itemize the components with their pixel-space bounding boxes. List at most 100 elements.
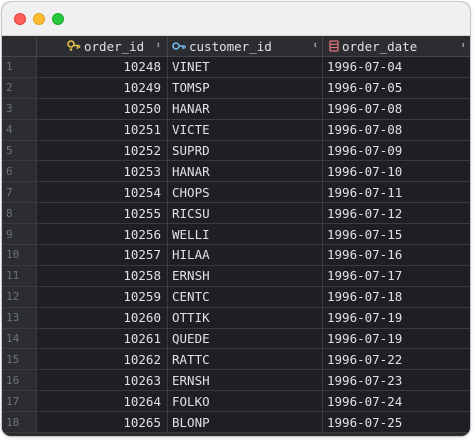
order-id-cell[interactable]: 10256 xyxy=(37,224,168,245)
close-button[interactable] xyxy=(14,13,26,25)
table-row[interactable]: 11 10258 ERNSH 1996-07-17 xyxy=(2,265,470,287)
column-header-order-id[interactable]: order_id ⬍ xyxy=(37,36,168,56)
order-date-cell[interactable]: 1996-07-22 xyxy=(323,349,470,369)
row-number-cell[interactable]: 12 xyxy=(2,286,37,307)
order-date-cell[interactable]: 1996-07-08 xyxy=(323,99,470,119)
customer-id-cell[interactable]: TOMSP xyxy=(168,77,323,98)
sort-icon[interactable]: ⬍ xyxy=(461,41,466,51)
sort-icon[interactable]: ⬍ xyxy=(156,41,161,51)
customer-id-cell[interactable]: RATTC xyxy=(168,349,323,370)
customer-id-cell[interactable]: ERNSH xyxy=(168,370,323,391)
row-number-cell[interactable]: 8 xyxy=(2,203,37,224)
customer-id-cell[interactable]: HANAR xyxy=(168,161,323,182)
order-date-cell[interactable]: 1996-07-11 xyxy=(323,182,470,202)
customer-id-cell[interactable]: ERNSH xyxy=(168,265,323,286)
customer-id-cell[interactable]: FOLKO xyxy=(168,391,323,412)
order-id-cell[interactable]: 10251 xyxy=(37,119,168,140)
order-date-cell[interactable]: 1996-07-04 xyxy=(323,57,470,77)
table-row[interactable]: 5 10252 SUPRD 1996-07-09 xyxy=(2,140,470,162)
order-id-cell[interactable]: 10259 xyxy=(37,286,168,307)
order-id-cell[interactable]: 10263 xyxy=(37,370,168,391)
order-id-cell[interactable]: 10254 xyxy=(37,182,168,203)
order-date-cell[interactable]: 1996-07-19 xyxy=(323,329,470,349)
order-date-cell[interactable]: 1996-07-25 xyxy=(323,412,470,432)
table-row[interactable]: 6 10253 HANAR 1996-07-10 xyxy=(2,161,470,183)
customer-id-cell[interactable]: SUPRD xyxy=(168,140,323,161)
row-number-cell[interactable]: 4 xyxy=(2,119,37,140)
table-row[interactable]: 16 10263 ERNSH 1996-07-23 xyxy=(2,370,470,392)
row-number-cell[interactable]: 14 xyxy=(2,328,37,349)
table-row[interactable]: 2 10249 TOMSP 1996-07-05 xyxy=(2,77,470,99)
order-date-cell[interactable]: 1996-07-19 xyxy=(323,308,470,328)
customer-id-cell[interactable]: HILAA xyxy=(168,245,323,265)
row-number-cell[interactable]: 6 xyxy=(2,161,37,182)
order-date-cell[interactable]: 1996-07-08 xyxy=(323,120,470,140)
order-id-cell[interactable]: 10255 xyxy=(37,203,168,224)
order-id-cell[interactable]: 10261 xyxy=(37,328,168,349)
order-id-cell[interactable]: 10265 xyxy=(37,412,168,433)
row-number-cell[interactable]: 15 xyxy=(2,349,37,370)
row-number-cell[interactable]: 9 xyxy=(2,224,37,245)
order-date-cell[interactable]: 1996-07-09 xyxy=(323,141,470,161)
row-number-cell[interactable]: 17 xyxy=(2,391,37,412)
order-date-cell[interactable]: 1996-07-17 xyxy=(323,266,470,286)
customer-id-cell[interactable]: HANAR xyxy=(168,98,323,119)
customer-id-cell[interactable]: QUEDE xyxy=(168,328,323,349)
order-date-cell[interactable]: 1996-07-18 xyxy=(323,287,470,307)
table-row[interactable]: 15 10262 RATTC 1996-07-22 xyxy=(2,349,470,371)
column-header-order-date[interactable]: order_date ⬍ xyxy=(323,36,470,56)
row-number-cell[interactable]: 10 xyxy=(2,245,37,265)
order-id-cell[interactable]: 10258 xyxy=(37,265,168,286)
order-id-cell[interactable]: 10260 xyxy=(37,307,168,328)
row-number-cell[interactable]: 3 xyxy=(2,98,37,119)
order-id-cell[interactable]: 10250 xyxy=(37,98,168,119)
row-number-header[interactable] xyxy=(2,36,37,56)
order-date-cell[interactable]: 1996-07-24 xyxy=(323,391,470,411)
order-date-cell[interactable]: 1996-07-15 xyxy=(323,224,470,244)
customer-id-cell[interactable]: WELLI xyxy=(168,224,323,245)
table-row[interactable]: 18 10265 BLONP 1996-07-25 xyxy=(2,412,470,434)
customer-id-cell[interactable]: VICTE xyxy=(168,119,323,140)
customer-id-cell[interactable]: OTTIK xyxy=(168,307,323,328)
row-number-cell[interactable]: 16 xyxy=(2,370,37,391)
order-id-cell[interactable]: 10257 xyxy=(37,245,168,265)
row-number-cell[interactable]: 2 xyxy=(2,77,37,98)
row-number-cell[interactable]: 5 xyxy=(2,140,37,161)
row-number-cell[interactable]: 1 xyxy=(2,57,37,77)
order-date-cell[interactable]: 1996-07-10 xyxy=(323,161,470,181)
zoom-button[interactable] xyxy=(52,13,64,25)
order-date-cell[interactable]: 1996-07-12 xyxy=(323,203,470,223)
table-row[interactable]: 1 10248 VINET 1996-07-04 xyxy=(2,57,470,78)
table-row[interactable]: 7 10254 CHOPS 1996-07-11 xyxy=(2,182,470,204)
table-row[interactable]: 13 10260 OTTIK 1996-07-19 xyxy=(2,307,470,329)
order-id-cell[interactable]: 10252 xyxy=(37,140,168,161)
order-date-cell[interactable]: 1996-07-23 xyxy=(323,370,470,390)
order-id-cell[interactable]: 10248 xyxy=(37,57,168,77)
order-id-cell[interactable]: 10249 xyxy=(37,77,168,98)
minimize-button[interactable] xyxy=(33,13,45,25)
order-date-cell[interactable]: 1996-07-05 xyxy=(323,78,470,98)
order-id-cell[interactable]: 10253 xyxy=(37,161,168,182)
table-row[interactable]: 4 10251 VICTE 1996-07-08 xyxy=(2,119,470,141)
row-number-cell[interactable]: 18 xyxy=(2,412,37,433)
customer-id-cell[interactable]: RICSU xyxy=(168,203,323,224)
table-row[interactable]: 9 10256 WELLI 1996-07-15 xyxy=(2,224,470,246)
row-number-cell[interactable]: 13 xyxy=(2,307,37,328)
customer-id-cell[interactable]: CHOPS xyxy=(168,182,323,203)
order-id-cell[interactable]: 10262 xyxy=(37,349,168,370)
customer-id-cell[interactable]: VINET xyxy=(168,57,323,77)
sort-icon[interactable]: ⬍ xyxy=(313,41,318,51)
row-number-cell[interactable]: 11 xyxy=(2,265,37,286)
column-header-customer-id[interactable]: customer_id ⬍ xyxy=(168,36,323,56)
table-row[interactable]: 3 10250 HANAR 1996-07-08 xyxy=(2,98,470,120)
customer-id-cell[interactable]: BLONP xyxy=(168,412,323,433)
table-row[interactable]: 14 10261 QUEDE 1996-07-19 xyxy=(2,328,470,350)
table-row[interactable]: 12 10259 CENTC 1996-07-18 xyxy=(2,286,470,308)
table-row[interactable]: 10 10257 HILAA 1996-07-16 xyxy=(2,245,470,266)
table-row[interactable]: 17 10264 FOLKO 1996-07-24 xyxy=(2,391,470,413)
row-number-cell[interactable]: 7 xyxy=(2,182,37,203)
order-date-cell[interactable]: 1996-07-16 xyxy=(323,245,470,265)
table-row[interactable]: 8 10255 RICSU 1996-07-12 xyxy=(2,203,470,225)
customer-id-cell[interactable]: CENTC xyxy=(168,286,323,307)
order-id-cell[interactable]: 10264 xyxy=(37,391,168,412)
